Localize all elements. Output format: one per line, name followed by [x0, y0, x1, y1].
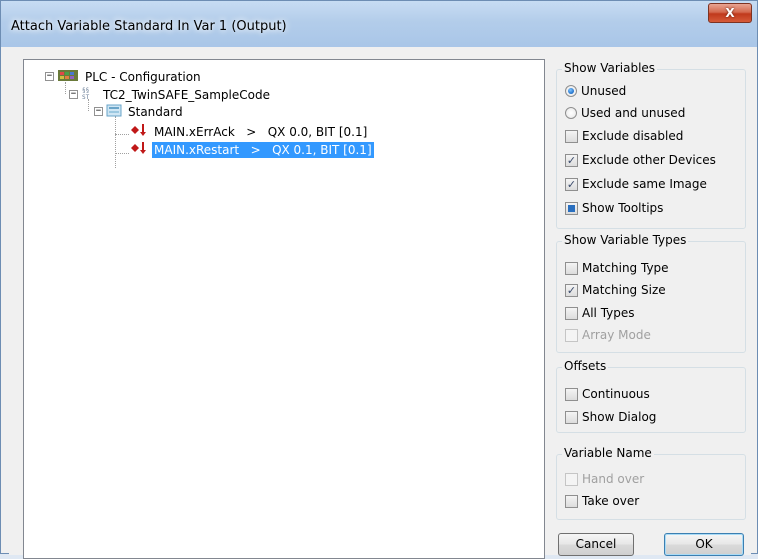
tree-line	[115, 134, 129, 135]
option-label: Matching Type	[582, 261, 669, 275]
checkbox-exclude-same-image[interactable]: ✓ Exclude same Image	[565, 176, 707, 192]
checkbox-checked[interactable]: ✓	[565, 153, 578, 167]
option-label: All Types	[582, 306, 635, 320]
variable-tree[interactable]: − PLC - Configuration − §§ ST TC2_TwinSA…	[23, 59, 545, 559]
tree-node-project[interactable]: − §§ ST TC2_TwinSAFE_SampleCode	[69, 86, 272, 103]
option-label: Exclude same Image	[582, 177, 707, 191]
checkbox-checked[interactable]: ✓	[565, 283, 578, 297]
tree-node-variable[interactable]: MAIN.xErrAck > QX 0.0, BIT [0.1]	[130, 123, 369, 140]
show-variable-types-group: Show Variable Types Matching Type ✓ Matc…	[556, 233, 746, 353]
group-legend: Offsets	[562, 359, 609, 373]
option-label: Hand over	[582, 472, 645, 486]
tree-node-label: Standard	[128, 104, 183, 119]
show-variables-group: Show Variables Unused Used and unused Ex…	[556, 61, 746, 229]
option-label: Show Dialog	[582, 410, 657, 424]
tree-line	[115, 153, 129, 154]
svg-text:ST: ST	[82, 94, 90, 100]
checkbox-take-over[interactable]: Take over	[565, 493, 639, 509]
ok-button[interactable]: OK	[664, 533, 744, 556]
checkbox[interactable]	[565, 410, 578, 424]
plc-project-icon: §§ ST	[81, 86, 97, 103]
plc-config-icon	[57, 68, 79, 85]
group-legend: Show Variables	[562, 61, 658, 75]
option-label: Exclude other Devices	[582, 153, 716, 167]
checkbox-array-mode: Array Mode	[565, 327, 651, 343]
checkbox-continuous[interactable]: Continuous	[565, 386, 650, 402]
option-label: Array Mode	[582, 328, 651, 342]
cancel-button[interactable]: Cancel	[558, 533, 634, 556]
radio-used-and-unused[interactable]: Used and unused	[565, 105, 685, 121]
group-legend: Show Variable Types	[562, 233, 689, 247]
tree-line	[115, 116, 116, 168]
checkbox[interactable]	[565, 306, 578, 320]
checkbox-all-types[interactable]: All Types	[565, 305, 635, 321]
option-label: Used and unused	[581, 106, 686, 120]
close-icon: X	[725, 6, 735, 20]
collapse-icon[interactable]: −	[94, 107, 103, 116]
checkbox-show-tooltips[interactable]: Show Tooltips	[565, 200, 663, 216]
option-label: Unused	[581, 84, 627, 98]
radio-unused[interactable]: Unused	[565, 83, 626, 99]
checkbox[interactable]	[565, 129, 578, 143]
option-label: Exclude disabled	[582, 129, 684, 143]
radio-button[interactable]	[565, 107, 577, 119]
checkbox-exclude-other-devices[interactable]: ✓ Exclude other Devices	[565, 152, 716, 168]
folder-icon	[106, 103, 122, 120]
collapse-icon[interactable]: −	[69, 90, 78, 99]
checkbox-matching-size[interactable]: ✓ Matching Size	[565, 282, 666, 298]
radio-button[interactable]	[565, 85, 577, 97]
output-variable-icon	[130, 123, 148, 140]
tree-node-variable-selected[interactable]: MAIN.xRestart > QX 0.1, BIT [0.1]	[130, 141, 374, 158]
svg-text:§§: §§	[82, 87, 90, 94]
option-label: Take over	[582, 494, 640, 508]
checkbox-exclude-disabled[interactable]: Exclude disabled	[565, 128, 683, 144]
option-label: Matching Size	[582, 283, 666, 297]
group-legend: Variable Name	[562, 446, 654, 460]
checkbox[interactable]	[565, 261, 578, 275]
tree-node-label: MAIN.xRestart > QX 0.1, BIT [0.1]	[152, 141, 374, 158]
option-label: Continuous	[582, 387, 650, 401]
checkbox-disabled	[565, 328, 578, 342]
offsets-group: Offsets Continuous Show Dialog	[556, 359, 746, 433]
checkbox-indeterminate[interactable]	[565, 201, 578, 215]
title-bar[interactable]: Attach Variable Standard In Var 1 (Outpu…	[1, 1, 757, 47]
window-title: Attach Variable Standard In Var 1 (Outpu…	[11, 19, 287, 34]
checkbox-matching-type[interactable]: Matching Type	[565, 260, 669, 276]
checkbox-show-dialog[interactable]: Show Dialog	[565, 409, 656, 425]
checkbox-checked[interactable]: ✓	[565, 177, 578, 191]
tree-node-label: TC2_TwinSAFE_SampleCode	[103, 87, 270, 102]
tree-node-label: PLC - Configuration	[85, 69, 201, 84]
checkbox-disabled	[565, 472, 578, 486]
tree-node-root[interactable]: − PLC - Configuration	[45, 68, 203, 85]
tree-node-standard[interactable]: − Standard	[94, 103, 185, 120]
dialog-window: Attach Variable Standard In Var 1 (Outpu…	[0, 0, 758, 559]
checkbox-hand-over: Hand over	[565, 471, 644, 487]
collapse-icon[interactable]: −	[45, 72, 54, 81]
checkbox[interactable]	[565, 387, 578, 401]
checkbox[interactable]	[565, 494, 578, 508]
variable-name-group: Variable Name Hand over Take over	[556, 446, 746, 520]
tree-node-label: MAIN.xErrAck > QX 0.0, BIT [0.1]	[154, 124, 368, 139]
option-label: Show Tooltips	[582, 201, 664, 215]
dialog-client-area: − PLC - Configuration − §§ ST TC2_TwinSA…	[9, 47, 751, 559]
output-variable-icon	[130, 141, 148, 158]
close-button[interactable]: X	[708, 3, 752, 23]
